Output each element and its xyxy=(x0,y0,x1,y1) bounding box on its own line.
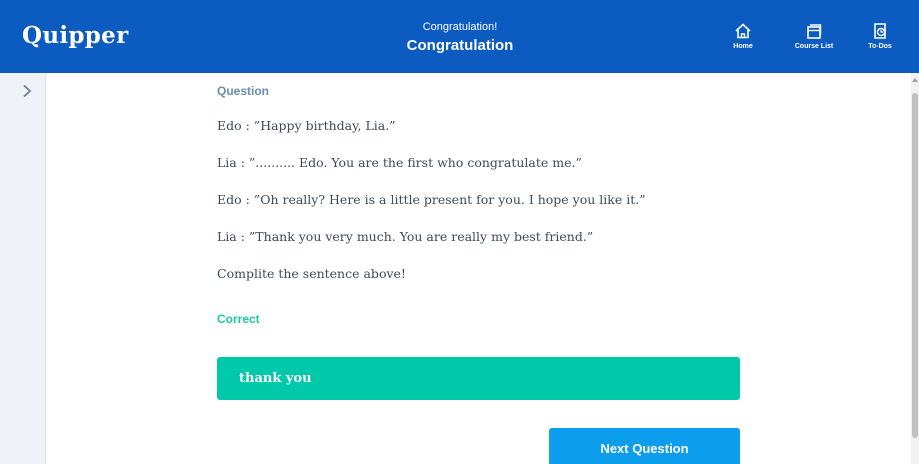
answer-text: thank you xyxy=(239,371,312,386)
scrollbar[interactable] xyxy=(911,73,919,464)
nav-course-list-button[interactable]: Course List xyxy=(784,22,844,50)
page-title: Congratulation xyxy=(406,37,514,54)
question-line: Lia : ”Thank you very much. You are real… xyxy=(217,229,594,244)
question-instruction: Complite the sentence above! xyxy=(217,266,406,281)
page-title-block: Congratulation! Congratulation xyxy=(360,20,560,56)
question-line: Edo : ”Oh really? Here is a little prese… xyxy=(217,192,646,207)
quipper-logo[interactable]: Quipper xyxy=(22,22,129,49)
nav-home-label: Home xyxy=(733,43,753,50)
chevron-right-icon xyxy=(23,84,32,98)
sidebar xyxy=(0,73,46,464)
scroll-thumb[interactable] xyxy=(912,93,918,438)
home-icon xyxy=(735,23,751,39)
course-list-icon xyxy=(807,24,822,39)
todos-icon xyxy=(874,23,886,39)
page-subtitle: Congratulation! xyxy=(422,21,498,33)
nav-home-button[interactable]: Home xyxy=(713,22,773,50)
question-line: Lia : ”.......... Edo. You are the first… xyxy=(217,155,582,170)
nav-todos-label: To-Dos xyxy=(868,43,892,50)
next-question-button[interactable]: Next Question xyxy=(549,428,740,464)
question-label: Question xyxy=(217,84,270,98)
top-bar: Quipper Congratulation! Congratulation H… xyxy=(0,0,919,73)
sidebar-toggle-button[interactable] xyxy=(22,84,32,103)
question-line: Edo : ”Happy birthday, Lia.” xyxy=(217,118,396,133)
correct-label: Correct xyxy=(217,312,260,326)
question-panel: Question Edo : ”Happy birthday, Lia.” Li… xyxy=(217,84,740,326)
nav-todos-button[interactable]: To-Dos xyxy=(850,22,910,50)
answer-box: thank you xyxy=(217,357,740,400)
scroll-up-arrow-icon[interactable] xyxy=(912,78,918,82)
nav-course-list-label: Course List xyxy=(794,43,834,50)
